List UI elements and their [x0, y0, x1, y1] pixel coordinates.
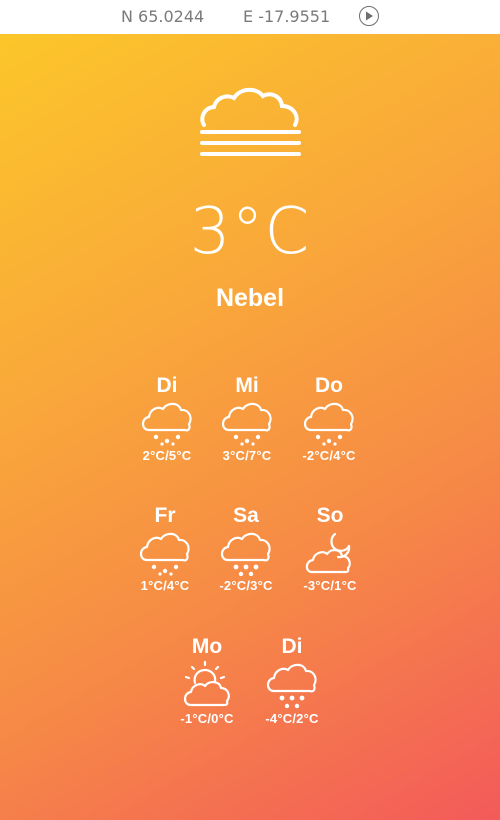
weather-panel: 3°C Nebel Di 2°C/5°C Mi 3°C/7°C Do -2°C/…: [0, 34, 500, 820]
rain-cloud-icon: [139, 532, 190, 576]
forecast-temp-range: -4°C/2°C: [265, 711, 319, 726]
forecast-day: Mo -1°C/0°C: [162, 635, 252, 726]
latitude-label: N 65.0244: [121, 7, 205, 26]
cloud-sun-icon: [183, 661, 230, 707]
rain-cloud-icon: [221, 402, 272, 446]
snow-cloud-icon: [266, 663, 317, 709]
forecast-day: So -3°C/1°C: [285, 504, 375, 593]
forecast-day-name: Di: [281, 635, 303, 658]
forecast-day-name: So: [316, 504, 344, 527]
forecast-temp-range: -1°C/0°C: [180, 711, 234, 726]
forecast-day: Di 2°C/5°C: [122, 374, 212, 463]
forecast-temp-range: -2°C/4°C: [302, 448, 356, 463]
forecast-temp-range: 2°C/5°C: [142, 448, 192, 463]
forecast-day-name: Mo: [191, 635, 223, 658]
current-condition: Nebel: [215, 284, 285, 312]
longitude-label: E -17.9551: [243, 7, 331, 26]
fog-icon: [200, 87, 301, 156]
forecast-day-name: Do: [315, 374, 343, 397]
forecast-day: Mi 3°C/7°C: [202, 374, 292, 463]
forecast-temp-range: -2°C/3°C: [219, 578, 273, 593]
rain-cloud-icon: [141, 402, 192, 446]
forecast-temp-range: 3°C/7°C: [222, 448, 272, 463]
forecast-day-name: Fr: [154, 504, 176, 527]
forecast-day-name: Mi: [235, 374, 259, 397]
forecast-temp-range: -3°C/1°C: [303, 578, 357, 593]
play-circle-icon[interactable]: [359, 6, 379, 26]
forecast-day: Sa -2°C/3°C: [201, 504, 291, 593]
forecast-day: Di -4°C/2°C: [247, 635, 337, 726]
forecast-temp-range: 1°C/4°C: [140, 578, 190, 593]
cloud-moon-icon: [305, 532, 351, 574]
forecast-day-name: Di: [156, 374, 178, 397]
current-temperature: 3°C: [189, 195, 311, 269]
forecast-day: Do -2°C/4°C: [284, 374, 374, 463]
snow-cloud-icon: [220, 532, 271, 576]
forecast-day-name: Sa: [233, 504, 259, 527]
top-bar: N 65.0244 E -17.9551: [0, 0, 500, 34]
rain-cloud-icon: [303, 402, 354, 446]
forecast-day: Fr 1°C/4°C: [120, 504, 210, 593]
